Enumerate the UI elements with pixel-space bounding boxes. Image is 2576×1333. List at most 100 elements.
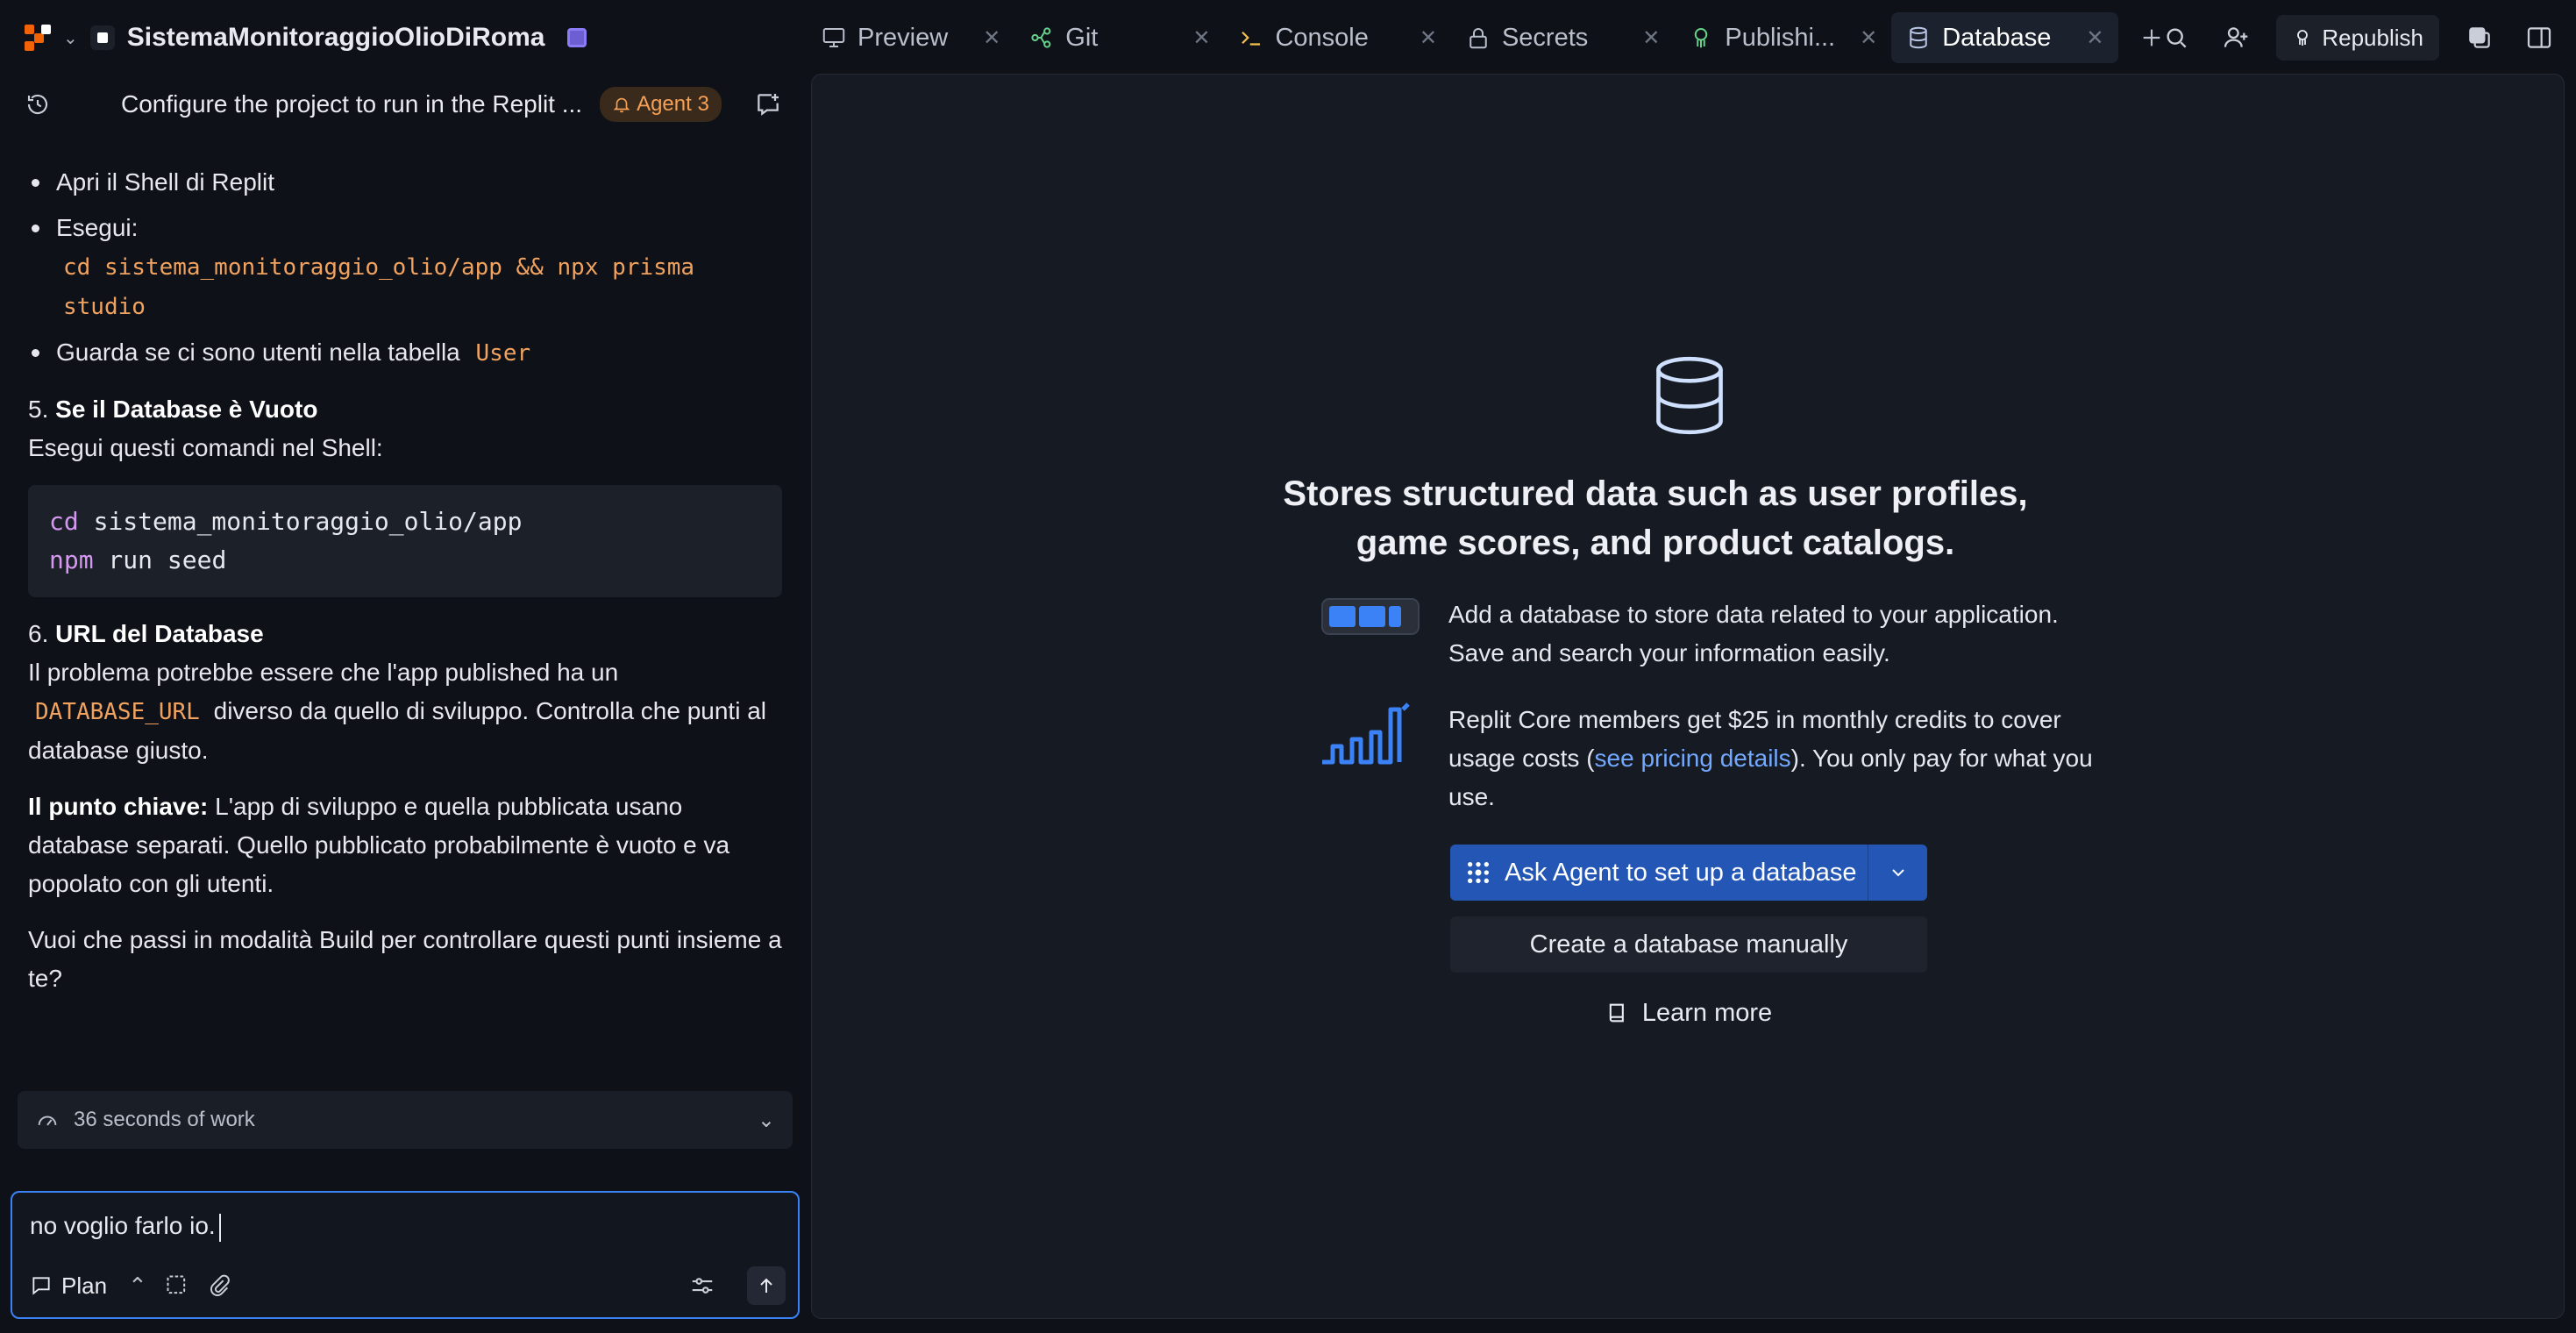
section-text-part: Il problema potrebbe essere che l'app pu…: [28, 659, 619, 686]
input-toolbar: Plan ⌃: [30, 1266, 786, 1305]
tab-git[interactable]: Git ✕: [1014, 12, 1224, 63]
new-chat-icon[interactable]: [754, 90, 782, 118]
close-icon[interactable]: ✕: [1642, 25, 1660, 51]
tab-label: Secrets: [1501, 23, 1589, 52]
tab-label: Git: [1065, 23, 1099, 52]
book-icon: [1609, 1003, 1624, 1023]
key-point: Il punto chiave: L'app di sviluppo e que…: [28, 788, 782, 903]
project-header: ⌄ SistemaMonitoraggioOlioDiRoma: [0, 0, 807, 75]
headline-line: game scores, and product catalogs.: [1356, 524, 1955, 562]
chat-title[interactable]: Configure the project to run in the Repl…: [121, 90, 582, 118]
inline-code: studio: [63, 294, 146, 320]
top-bar-actions: Republish: [2157, 0, 2558, 75]
republish-label: Republish: [2322, 24, 2423, 51]
settings-sliders-icon[interactable]: [689, 1272, 715, 1299]
close-icon[interactable]: ✕: [2086, 25, 2103, 51]
tab-publishing[interactable]: Publishi... ✕: [1674, 12, 1891, 63]
bullet-text: Guarda se ci sono utenti nella tabella: [56, 339, 460, 366]
ask-agent-button-group: Ask Agent to set up a database: [1450, 845, 1927, 901]
git-icon: [1031, 27, 1051, 48]
close-icon[interactable]: ✕: [1420, 25, 1437, 51]
section-text: Esegui questi comandi nel Shell:: [28, 434, 383, 461]
tab-label: Publishi...: [1725, 23, 1836, 52]
agent-icon: [1468, 862, 1489, 883]
bullet-text: Apri il Shell di Replit: [56, 168, 274, 196]
feature-pricing: Replit Core members get $25 in monthly c…: [1320, 701, 2110, 816]
section-text: Il problema potrebbe essere che l'app pu…: [28, 653, 782, 770]
work-summary[interactable]: 36 seconds of work ⌄: [18, 1091, 793, 1149]
learn-more-link[interactable]: Learn more: [1450, 987, 1927, 1039]
pricing-link[interactable]: see pricing details: [1595, 745, 1791, 772]
database-icon: [1910, 26, 1927, 49]
project-status-icon: [567, 28, 587, 47]
create-database-label: Create a database manually: [1529, 930, 1848, 959]
list-item: Esegui: cd sistema_monitoraggio_olio/app…: [28, 209, 782, 326]
search-icon[interactable]: [2157, 18, 2195, 57]
chevron-down-icon[interactable]: ⌄: [758, 1108, 775, 1133]
chat-input-text[interactable]: no voglio farlo io.: [30, 1212, 221, 1242]
section-heading: 6. URL del Database: [28, 615, 782, 653]
agent-badge: Agent 3: [600, 87, 722, 122]
republish-button[interactable]: Republish: [2276, 15, 2439, 61]
ask-agent-button[interactable]: Ask Agent to set up a database: [1450, 845, 1868, 901]
sidebar-toggle-icon[interactable]: [2520, 18, 2558, 57]
top-bar: ⌄ SistemaMonitoraggioOlioDiRoma Preview …: [0, 0, 2576, 75]
close-icon[interactable]: ✕: [1860, 25, 1877, 51]
code-text: run seed: [93, 545, 227, 574]
storage-illustration-icon: [1321, 598, 1420, 635]
chevron-down-icon: [1891, 869, 1904, 877]
list-item: Guarda se ci sono utenti nella tabella U…: [28, 333, 782, 373]
attach-icon[interactable]: [207, 1273, 231, 1298]
invite-user-icon[interactable]: [2217, 18, 2255, 57]
code-keyword: npm: [49, 545, 94, 574]
steps-list: Apri il Shell di Replit Esegui: cd siste…: [28, 163, 782, 373]
create-database-manually-button[interactable]: Create a database manually: [1450, 916, 1927, 973]
chat-bubble-icon: [32, 1277, 50, 1295]
project-icon: [89, 25, 115, 50]
close-icon[interactable]: ✕: [1192, 25, 1210, 51]
work-summary-label: 36 seconds of work: [74, 1108, 255, 1131]
tab-console[interactable]: Console ✕: [1224, 12, 1451, 63]
database-icon: [1656, 356, 1723, 435]
inline-code: cd sistema_monitoraggio_olio/app && npx …: [63, 254, 695, 281]
text-caret: [218, 1213, 221, 1242]
arrow-up-icon: [760, 1278, 772, 1293]
tab-preview[interactable]: Preview ✕: [807, 12, 1014, 63]
feature-text: Add a database to store data related to …: [1448, 601, 2059, 666]
chat-header: Configure the project to run in the Repl…: [0, 75, 807, 133]
layout-toggle-icon[interactable]: [2460, 18, 2499, 57]
section-heading: 5. Se il Database è Vuoto: [28, 390, 782, 429]
chat-message: Apri il Shell di Replit Esegui: cd siste…: [28, 163, 782, 998]
tab-bar: Preview ✕ Git ✕ Console ✕ Secrets ✕ Publ…: [807, 0, 2171, 75]
chevron-up-icon[interactable]: ⌃: [128, 1272, 147, 1300]
monitor-icon: [822, 28, 845, 47]
publish-icon: [2297, 30, 2309, 46]
project-name[interactable]: SistemaMonitoraggioOlioDiRoma: [127, 23, 545, 53]
tab-database[interactable]: Database ✕: [1891, 12, 2118, 63]
chat-input[interactable]: no voglio farlo io. Plan ⌃: [11, 1191, 800, 1319]
learn-more-label: Learn more: [1641, 998, 1773, 1027]
question-text: Vuoi che passi in modalità Build per con…: [28, 926, 782, 992]
tab-label: Database: [1942, 23, 2052, 52]
bullet-text: Esegui:: [56, 214, 139, 241]
select-element-icon[interactable]: [165, 1273, 189, 1298]
code-block[interactable]: cd sistema_monitoraggio_olio/app npm run…: [28, 485, 782, 597]
mode-selector[interactable]: Plan ⌃: [30, 1272, 147, 1300]
terminal-icon: [1242, 31, 1261, 46]
history-icon[interactable]: [25, 91, 51, 118]
section-number: 5.: [28, 396, 49, 423]
ask-agent-dropdown[interactable]: [1868, 845, 1927, 901]
mode-label: Plan: [61, 1272, 108, 1299]
replit-logo-icon[interactable]: [25, 25, 51, 51]
send-button[interactable]: [747, 1266, 786, 1305]
agent-bell-icon: [613, 97, 630, 113]
headline-line: Stores structured data such as user prof…: [1283, 474, 2028, 513]
feature-text: Replit Core members get $25 in monthly c…: [1448, 701, 2110, 816]
database-headline: Stores structured data such as user prof…: [1250, 469, 2060, 567]
lock-icon: [1469, 28, 1487, 49]
chevron-down-icon[interactable]: ⌄: [63, 27, 78, 49]
tab-secrets[interactable]: Secrets ✕: [1451, 12, 1674, 63]
close-icon[interactable]: ✕: [983, 25, 1000, 51]
section-number: 6.: [28, 620, 49, 647]
key-point-label: Il punto chiave:: [28, 793, 209, 820]
